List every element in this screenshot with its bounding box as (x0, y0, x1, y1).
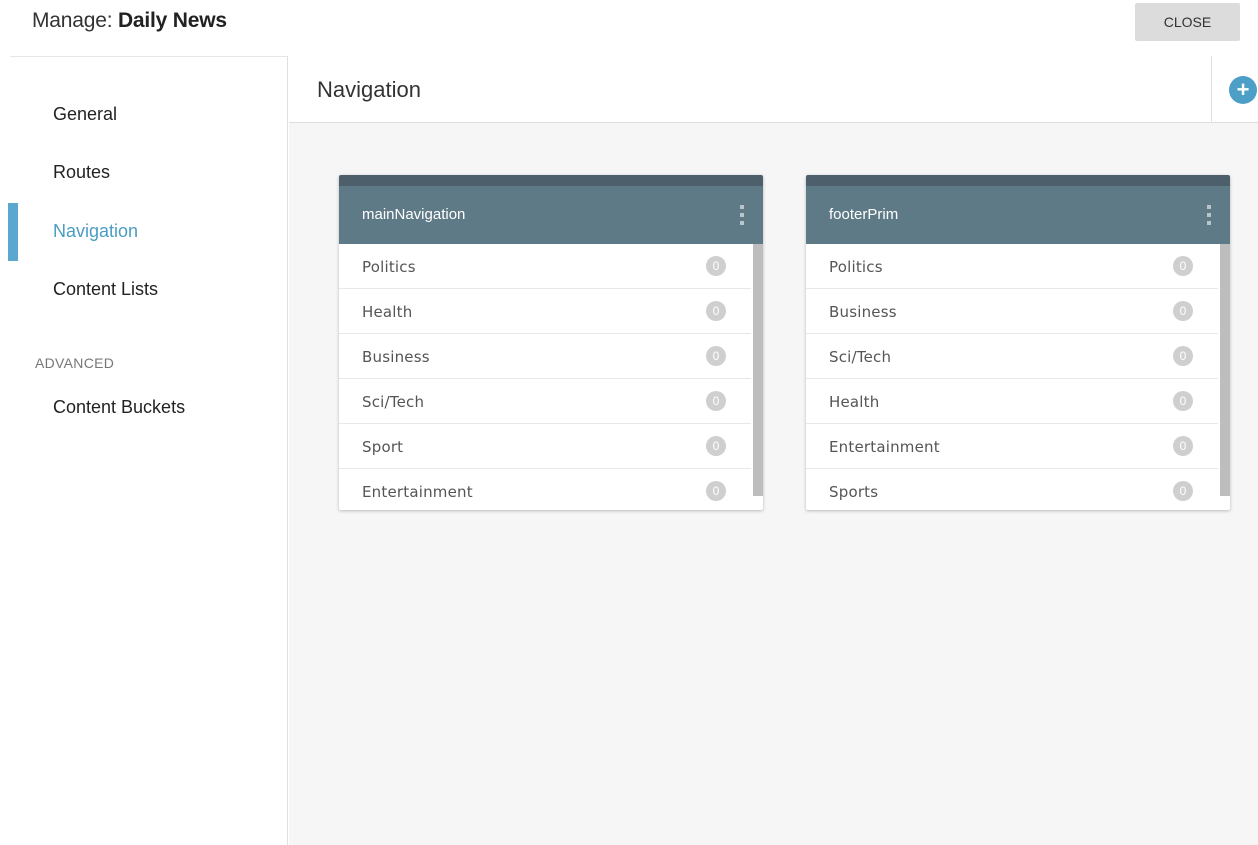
active-indicator (8, 203, 18, 261)
list-item[interactable]: Business 0 (806, 289, 1218, 334)
sidebar-item-content-lists[interactable]: Content Lists (53, 279, 158, 300)
list-item[interactable]: Sports 0 (806, 469, 1218, 510)
list-item[interactable]: Entertainment 0 (339, 469, 751, 510)
count-badge: 0 (1173, 436, 1193, 456)
card-header: footerPrim (806, 186, 1230, 244)
scrollbar[interactable] (1220, 244, 1230, 496)
header-divider (1211, 56, 1212, 123)
list-item-label: Sci/Tech (829, 348, 892, 366)
count-badge: 0 (706, 436, 726, 456)
list-item-label: Sci/Tech (362, 393, 425, 411)
list-item-label: Entertainment (362, 483, 473, 501)
list-item-label: Sport (362, 438, 404, 456)
count-badge: 0 (706, 256, 726, 276)
more-vert-icon[interactable] (1206, 205, 1212, 225)
list-item[interactable]: Health 0 (806, 379, 1218, 424)
count-badge: 0 (1173, 256, 1193, 276)
main-panel: Navigation + mainNavigation Politics 0 H… (289, 56, 1258, 845)
list-item-label: Entertainment (829, 438, 940, 456)
scrollbar[interactable] (753, 244, 763, 496)
list-item-label: Business (362, 348, 430, 366)
close-button[interactable]: CLOSE (1135, 3, 1240, 41)
navigation-card-main: mainNavigation Politics 0 Health 0 Busin… (339, 175, 763, 510)
card-title[interactable]: mainNavigation (362, 206, 465, 223)
count-badge: 0 (706, 346, 726, 366)
main-title: Navigation (317, 77, 421, 102)
page-title: Manage: Daily News (32, 9, 227, 33)
list-item[interactable]: Sci/Tech 0 (806, 334, 1218, 379)
top-bar: Manage: Daily News CLOSE (0, 0, 1258, 56)
list-item[interactable]: Business 0 (339, 334, 751, 379)
card-title[interactable]: footerPrim (829, 206, 898, 223)
list-item[interactable]: Sport 0 (339, 424, 751, 469)
title-name: Daily News (117, 9, 227, 32)
count-badge: 0 (1173, 481, 1193, 501)
list-item-label: Business (829, 303, 897, 321)
count-badge: 0 (706, 391, 726, 411)
sidebar-item-routes[interactable]: Routes (53, 162, 110, 183)
list-item-label: Sports (829, 483, 879, 501)
card-top-strip (806, 175, 1230, 186)
count-badge: 0 (706, 481, 726, 501)
list-item-label: Politics (829, 258, 883, 276)
sidebar-section-advanced: ADVANCED (35, 355, 115, 371)
sidebar-item-general[interactable]: General (53, 104, 117, 125)
list-item[interactable]: Sci/Tech 0 (339, 379, 751, 424)
sidebar: General Routes Navigation Content Lists … (8, 56, 288, 845)
sidebar-item-navigation[interactable]: Navigation (53, 221, 138, 242)
card-item-list: Politics 0 Health 0 Business 0 Sci/Tech … (339, 244, 763, 510)
list-item-label: Politics (362, 258, 416, 276)
main-header: Navigation + (289, 56, 1258, 123)
card-item-list: Politics 0 Business 0 Sci/Tech 0 Health … (806, 244, 1230, 510)
count-badge: 0 (1173, 346, 1193, 366)
list-item[interactable]: Health 0 (339, 289, 751, 334)
navigation-card-footer: footerPrim Politics 0 Business 0 Sci/Tec… (806, 175, 1230, 510)
add-navigation-button[interactable]: + (1229, 76, 1257, 104)
list-item[interactable]: Politics 0 (806, 244, 1218, 289)
more-vert-icon[interactable] (739, 205, 745, 225)
list-item-label: Health (829, 393, 880, 411)
card-top-strip (339, 175, 763, 186)
list-item[interactable]: Politics 0 (339, 244, 751, 289)
title-label: Manage: (32, 9, 113, 32)
list-item-label: Health (362, 303, 413, 321)
sidebar-item-content-buckets[interactable]: Content Buckets (53, 397, 185, 418)
count-badge: 0 (1173, 301, 1193, 321)
card-header: mainNavigation (339, 186, 763, 244)
count-badge: 0 (706, 301, 726, 321)
plus-icon: + (1236, 77, 1250, 102)
list-item[interactable]: Entertainment 0 (806, 424, 1218, 469)
count-badge: 0 (1173, 391, 1193, 411)
